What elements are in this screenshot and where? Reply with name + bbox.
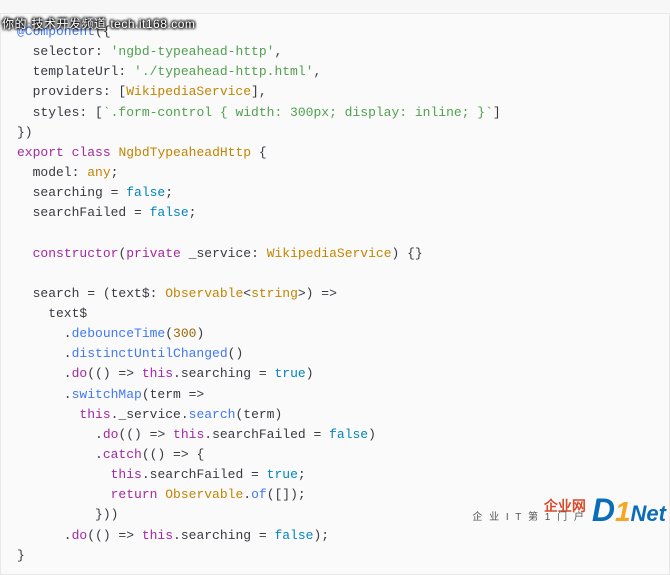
watermark-top: 你的·技术开发频道 tech.it168.com	[2, 15, 195, 32]
watermark-bottom-left: 企业网 企 业 I T 第 1 门 户	[472, 499, 586, 523]
code-block: @Component({ selector: 'ngbd-typeahead-h…	[0, 13, 670, 575]
d1net-d: D	[592, 492, 615, 529]
wm-brand-cn: 企业网	[544, 499, 586, 513]
wm-brand-sub: 企 业 I T 第 1 门 户	[472, 513, 586, 523]
d1net-net: Net	[631, 501, 666, 527]
watermark-bottom: 企业网 企 业 I T 第 1 门 户 D1Net	[472, 492, 666, 529]
d1net-logo: D1Net	[592, 492, 666, 529]
d1net-1: 1	[615, 496, 631, 528]
